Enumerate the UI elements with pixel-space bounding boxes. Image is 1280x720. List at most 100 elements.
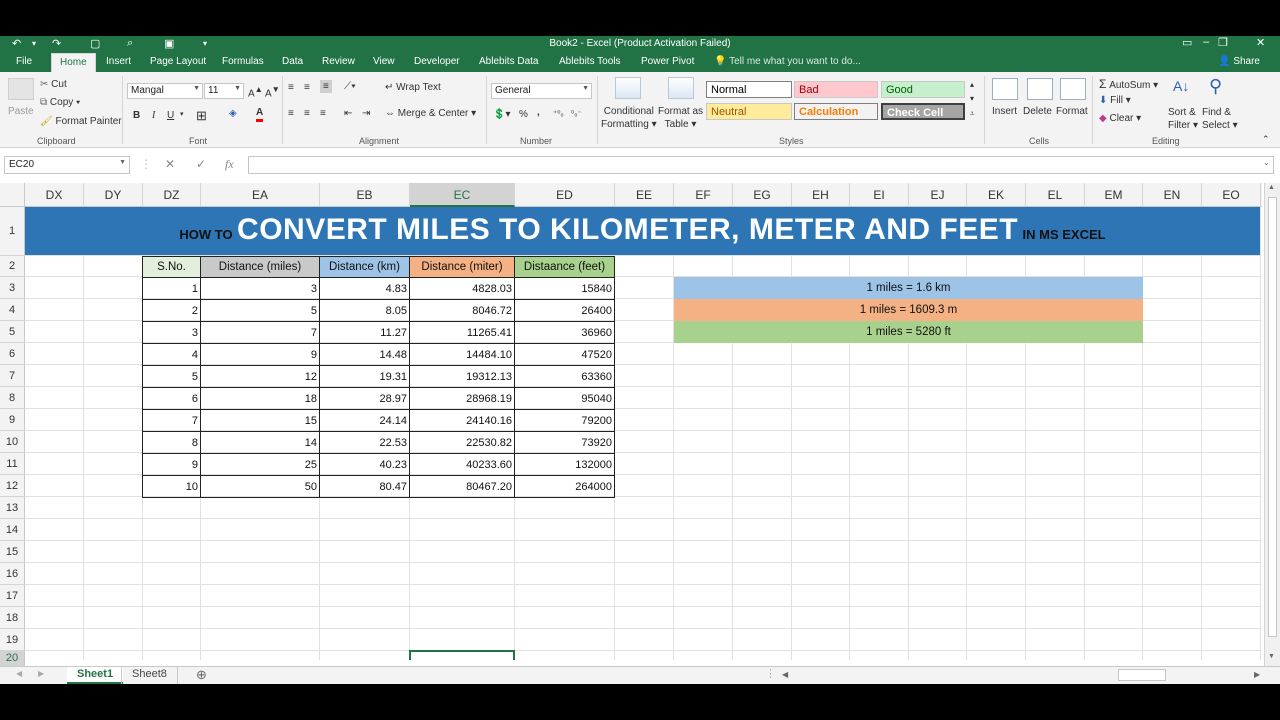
- column-header[interactable]: EI: [850, 183, 909, 207]
- cell[interactable]: 9: [142, 453, 201, 476]
- row-header[interactable]: 7: [0, 365, 25, 387]
- row-header[interactable]: 11: [0, 453, 25, 475]
- tab-developer[interactable]: Developer: [414, 56, 460, 67]
- minimize-icon[interactable]: –: [1203, 36, 1209, 48]
- cell[interactable]: 80467.20: [409, 475, 515, 498]
- header-sno[interactable]: S.No.: [142, 256, 201, 278]
- column-header[interactable]: DZ: [143, 183, 201, 207]
- bold-button[interactable]: B: [133, 110, 140, 121]
- worksheet-grid[interactable]: HOW TO CONVERT MILES TO KILOMETER, METER…: [25, 207, 1262, 660]
- cell[interactable]: 50: [200, 475, 320, 498]
- cell[interactable]: 19312.13: [409, 365, 515, 388]
- styles-scroll-up-icon[interactable]: ▴: [970, 80, 974, 89]
- column-header[interactable]: DY: [84, 183, 143, 207]
- insert-cells-button[interactable]: Insert: [992, 106, 1017, 117]
- conversion-km[interactable]: 1 miles = 1.6 km: [674, 277, 1143, 299]
- chevron-down-icon[interactable]: ▾: [180, 110, 184, 118]
- cell[interactable]: 7: [200, 321, 320, 344]
- column-header[interactable]: EJ: [909, 183, 967, 207]
- restore-icon[interactable]: ❐: [1218, 36, 1228, 49]
- align-right-icon[interactable]: ≡: [320, 108, 326, 119]
- cell[interactable]: 8: [142, 431, 201, 454]
- collapse-ribbon-icon[interactable]: ⌃: [1262, 134, 1270, 145]
- style-calculation[interactable]: Calculation: [794, 103, 878, 120]
- decrease-indent-icon[interactable]: ⇤: [344, 108, 352, 119]
- cell[interactable]: 3: [200, 277, 320, 300]
- fill-button[interactable]: ⬇ Fill ▾: [1099, 95, 1131, 106]
- insert-cells-icon[interactable]: [992, 78, 1018, 100]
- cell[interactable]: 26400: [514, 299, 615, 322]
- name-box[interactable]: EC20 ▼: [4, 156, 130, 174]
- paste-button[interactable]: Paste: [8, 106, 34, 117]
- cell[interactable]: 6: [142, 387, 201, 410]
- italic-button[interactable]: I: [152, 110, 155, 121]
- share-button[interactable]: 👤 Share: [1218, 56, 1260, 67]
- row-header[interactable]: 16: [0, 563, 25, 585]
- column-header-selected[interactable]: EC: [410, 183, 515, 207]
- cell[interactable]: 11265.41: [409, 321, 515, 344]
- delete-cells-button[interactable]: Delete: [1023, 106, 1052, 117]
- column-header[interactable]: EA: [201, 183, 320, 207]
- sheet-tab-sheet1[interactable]: Sheet1: [67, 667, 124, 684]
- cell[interactable]: 14484.10: [409, 343, 515, 366]
- cell[interactable]: 15: [200, 409, 320, 432]
- align-center-icon[interactable]: ≡: [304, 108, 310, 119]
- sheet-tab-sheet8[interactable]: Sheet8: [121, 667, 178, 684]
- column-header[interactable]: EG: [733, 183, 792, 207]
- orientation-icon[interactable]: ⟋▾: [344, 81, 356, 92]
- paste-icon[interactable]: [8, 78, 34, 100]
- row-header-selected[interactable]: 20: [0, 651, 25, 666]
- clear-button[interactable]: ◆ Clear ▾: [1099, 113, 1141, 124]
- cell[interactable]: 79200: [514, 409, 615, 432]
- cell[interactable]: 10: [142, 475, 201, 498]
- cell[interactable]: 14: [200, 431, 320, 454]
- styles-scroll-down-icon[interactable]: ▾: [970, 94, 974, 103]
- scroll-right-icon[interactable]: ▶: [1254, 670, 1260, 679]
- cut-button[interactable]: ✂ Cut: [40, 79, 67, 90]
- increase-indent-icon[interactable]: ⇥: [362, 108, 370, 119]
- font-size-select[interactable]: 11 ▼: [204, 83, 244, 99]
- row-header[interactable]: 1: [0, 207, 25, 256]
- conditional-formatting-icon[interactable]: [615, 77, 641, 99]
- expand-formula-icon[interactable]: ⌄: [1263, 158, 1270, 167]
- cell[interactable]: 1: [142, 277, 201, 300]
- row-header[interactable]: 15: [0, 541, 25, 563]
- tab-home[interactable]: Home: [51, 53, 96, 73]
- cell[interactable]: 19.31: [319, 365, 410, 388]
- cell[interactable]: 80.47: [319, 475, 410, 498]
- tab-file[interactable]: File: [16, 56, 32, 67]
- cell[interactable]: 5: [142, 365, 201, 388]
- ribbon-options-icon[interactable]: ▭: [1182, 36, 1192, 49]
- cell[interactable]: 5: [200, 299, 320, 322]
- conversion-m[interactable]: 1 miles = 1609.3 m: [674, 299, 1143, 321]
- currency-icon[interactable]: 💲▾: [493, 109, 510, 120]
- cell[interactable]: 2: [142, 299, 201, 322]
- row-header[interactable]: 17: [0, 585, 25, 607]
- header-km[interactable]: Distance (km): [319, 256, 410, 278]
- cell[interactable]: 40.23: [319, 453, 410, 476]
- close-icon[interactable]: ✕: [1256, 36, 1265, 49]
- tell-me-search[interactable]: 💡 Tell me what you want to do...: [714, 56, 861, 67]
- cell[interactable]: 9: [200, 343, 320, 366]
- cell[interactable]: 24140.16: [409, 409, 515, 432]
- cell[interactable]: 63360: [514, 365, 615, 388]
- column-header[interactable]: EK: [967, 183, 1026, 207]
- magnifier-icon[interactable]: ⚲: [1209, 76, 1222, 97]
- horizontal-scroll-thumb[interactable]: [1118, 669, 1166, 681]
- style-neutral[interactable]: Neutral: [706, 103, 792, 120]
- copy-button[interactable]: ⧉ Copy ▾: [40, 97, 80, 108]
- title-banner[interactable]: HOW TO CONVERT MILES TO KILOMETER, METER…: [25, 207, 1260, 255]
- cell[interactable]: 36960: [514, 321, 615, 344]
- font-color-icon[interactable]: A: [256, 107, 264, 122]
- column-header[interactable]: EH: [792, 183, 850, 207]
- increase-decimal-icon[interactable]: ⁺⁰₀: [553, 109, 564, 118]
- style-good[interactable]: Good: [881, 81, 965, 98]
- header-feet[interactable]: Distaance (feet): [514, 256, 615, 278]
- tab-data[interactable]: Data: [282, 56, 303, 67]
- cancel-icon[interactable]: ✕: [165, 157, 175, 171]
- tab-power-pivot[interactable]: Power Pivot: [641, 56, 694, 67]
- cell[interactable]: 24.14: [319, 409, 410, 432]
- align-left-icon[interactable]: ≡: [288, 108, 294, 119]
- row-header[interactable]: 3: [0, 277, 25, 299]
- tab-insert[interactable]: Insert: [106, 56, 131, 67]
